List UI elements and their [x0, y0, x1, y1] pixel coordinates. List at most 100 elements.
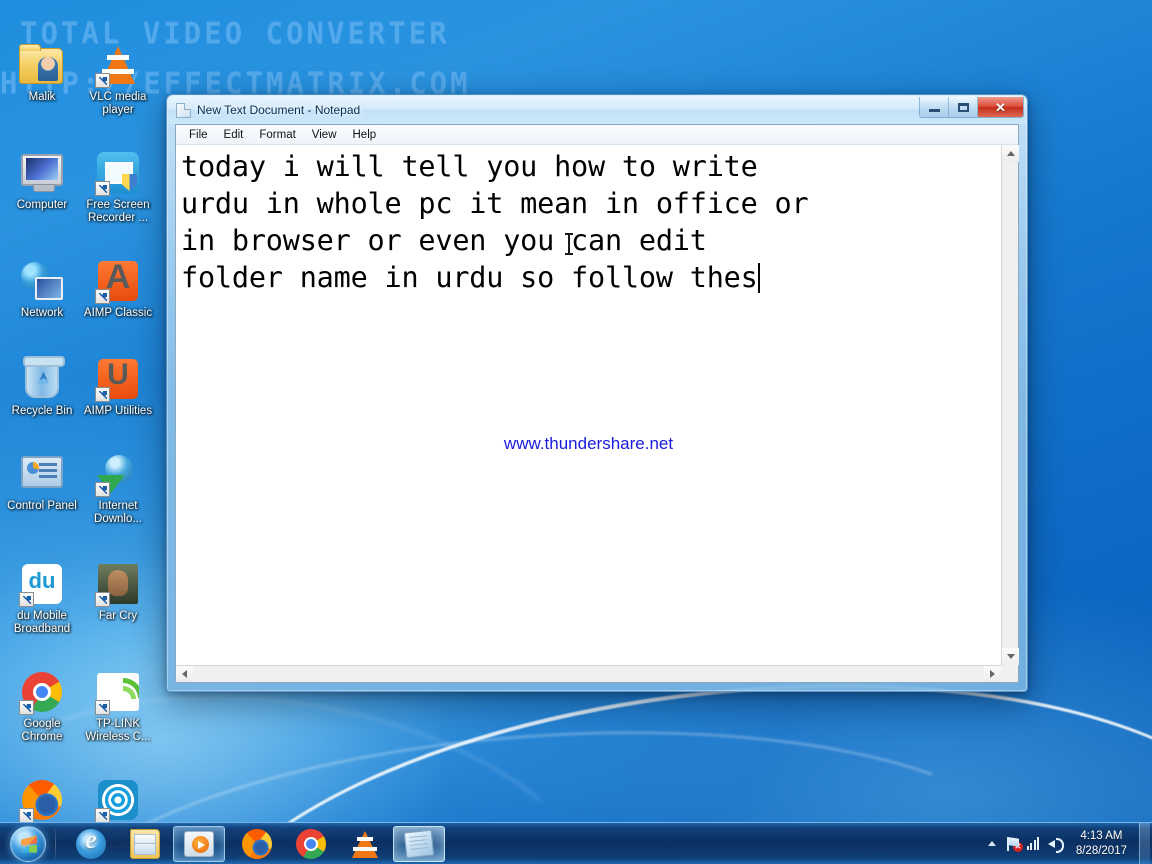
taskbar-button-mozilla-firefox[interactable]: [231, 826, 283, 862]
scroll-up-button[interactable]: [1002, 145, 1019, 162]
taskbar-buttons: [65, 825, 447, 862]
computer-icon: [19, 150, 65, 196]
desktop-icon-grid: Malik VLC media player Computer Free Screen…: [4, 8, 162, 851]
text-line-content: folder name in urdu so follow thes: [181, 261, 758, 294]
desktop-icon-label: VLC media player: [89, 91, 147, 116]
desktop-icon-control-panel[interactable]: Control Panel: [4, 445, 80, 525]
menu-format[interactable]: Format: [251, 127, 303, 143]
horizontal-scrollbar[interactable]: [176, 665, 1001, 682]
vertical-scrollbar[interactable]: [1001, 145, 1019, 665]
menu-view[interactable]: View: [304, 127, 345, 143]
desktop-icon-label: Malik: [28, 91, 56, 103]
taskbar-button-vlc-media-player[interactable]: [339, 826, 391, 862]
network-tray-icon[interactable]: ✕: [1002, 833, 1024, 855]
notepad-window[interactable]: New Text Document - Notepad ✕ File Edit …: [166, 94, 1028, 692]
icon-glyph: [21, 456, 63, 488]
du-icon: [19, 561, 65, 607]
mozilla-firefox-icon: [242, 828, 272, 859]
google-chrome-icon: [296, 828, 326, 859]
desktop-icon-label: Recycle Bin: [11, 404, 73, 417]
aimpu-icon: [95, 356, 141, 402]
taskbar-button-windows-media-player[interactable]: [173, 825, 225, 862]
vlc-media-player-icon: [352, 831, 378, 858]
idm-icon: [95, 451, 141, 497]
windows-logo-icon: [10, 825, 46, 862]
menu-file[interactable]: File: [181, 127, 216, 143]
menu-edit[interactable]: Edit: [216, 127, 252, 143]
notepad-client-area: File Edit Format View Help today i will …: [175, 124, 1019, 683]
vlc-icon: [95, 42, 141, 88]
text-line-with-caret: folder name in urdu so follow thes: [181, 259, 997, 296]
minimize-button[interactable]: [920, 97, 949, 117]
firefox-icon: [19, 777, 65, 823]
taskbar-button-google-chrome[interactable]: [285, 826, 337, 862]
start-button[interactable]: [4, 824, 52, 864]
minimize-icon: [928, 109, 940, 112]
scroll-down-button[interactable]: [1002, 648, 1019, 665]
shortcut-arrow-icon: [95, 386, 110, 402]
desktop-icon-label: Far Cry: [98, 610, 138, 622]
shortcut-arrow-icon: [19, 592, 34, 607]
desktop-icon-label: Computer: [16, 199, 68, 211]
system-tray: ✕ 4:13 AM 8/28/2017: [982, 823, 1152, 864]
desktop-icon-aimp-utilities[interactable]: AIMP Utilities: [80, 350, 156, 418]
desktop-icon-google-chrome[interactable]: Google Chrome: [4, 663, 80, 743]
shortcut-arrow-icon: [95, 181, 110, 196]
chevron-up-icon: [1006, 151, 1015, 156]
volume-tray-icon[interactable]: [1046, 833, 1068, 855]
taskbar[interactable]: ✕ 4:13 AM 8/28/2017: [0, 822, 1152, 864]
desktop[interactable]: TOTAL VIDEO CONVERTER HTTP://EFFECTMATRI…: [0, 0, 1152, 864]
desktop-icon-label: du Mobile Broadband: [13, 610, 71, 635]
desktop-icon-label: AIMP Classic: [83, 307, 153, 319]
close-button[interactable]: ✕: [978, 97, 1023, 117]
taskbar-button-windows-explorer[interactable]: [119, 826, 171, 862]
desktop-icon-row: Recycle Bin AIMP Utilities: [4, 350, 162, 418]
desktop-icon-label: Internet Downlo...: [94, 500, 142, 525]
resize-grip[interactable]: [1001, 665, 1018, 682]
signal-bars-icon: [1026, 837, 1043, 850]
desktop-icon-computer[interactable]: Computer: [4, 144, 80, 224]
maximize-button[interactable]: [949, 97, 978, 117]
icon-glyph: [23, 355, 65, 398]
shortcut-arrow-icon: [95, 482, 110, 497]
scroll-right-button[interactable]: [984, 666, 1001, 682]
notepad-icon: [403, 829, 435, 858]
desktop-icon-far-cry[interactable]: Far Cry: [80, 555, 156, 635]
shortcut-arrow-icon: [19, 700, 34, 715]
taskbar-button-notepad[interactable]: [393, 825, 445, 862]
notepad-text-area[interactable]: today i will tell you how to write urdu …: [176, 145, 1001, 665]
desktop-icon-label: Control Panel: [7, 500, 77, 512]
show-desktop-button[interactable]: [1139, 823, 1150, 864]
desktop-icon-vlc-media-player[interactable]: VLC media player: [80, 36, 156, 116]
show-hidden-icons-button[interactable]: [982, 841, 1002, 846]
chevron-right-icon: [990, 670, 995, 678]
desktop-icon-row: Computer Free Screen Recorder ...: [4, 144, 162, 224]
text-line: in browser or even you can edit: [181, 224, 707, 257]
desktop-icon-network[interactable]: Network: [4, 252, 80, 320]
close-icon: ✕: [995, 99, 1006, 115]
shortcut-arrow-icon: [95, 700, 110, 715]
mouse-cursor-ibeam: [565, 233, 573, 255]
clock[interactable]: 4:13 AM 8/28/2017: [1068, 829, 1137, 859]
chevron-down-icon: [1006, 654, 1015, 659]
signal-tray-icon[interactable]: [1024, 833, 1046, 855]
network-icon: [19, 258, 65, 304]
shortcut-arrow-icon: [95, 73, 110, 88]
desktop-icon-label: Google Chrome: [21, 718, 63, 743]
desktop-icon-recycle-bin[interactable]: Recycle Bin: [4, 350, 80, 418]
taskbar-button-internet-explorer[interactable]: [65, 825, 117, 862]
scroll-left-button[interactable]: [176, 666, 193, 682]
recycle-icon: [19, 355, 65, 402]
desktop-icon-row: Malik VLC media player: [4, 36, 162, 116]
desktop-icon-malik[interactable]: Malik: [4, 36, 80, 116]
tplink-icon: [95, 669, 141, 715]
desktop-icon-aimp-classic[interactable]: AIMP Classic: [80, 252, 156, 320]
menu-help[interactable]: Help: [345, 127, 385, 143]
clock-date: 8/28/2017: [1075, 844, 1127, 857]
desktop-icon-tp-link-wireless-c[interactable]: TP-LINK Wireless C...: [80, 663, 156, 743]
notepad-titlebar[interactable]: New Text Document - Notepad ✕: [168, 96, 1026, 124]
desktop-icon-free-screen-recorder[interactable]: Free Screen Recorder ...: [80, 144, 156, 224]
desktop-icon-internet-downlo[interactable]: Internet Downlo...: [80, 445, 156, 525]
desktop-icon-du-mobile-broadband[interactable]: du Mobile Broadband: [4, 555, 80, 635]
icon-glyph: [19, 44, 63, 84]
